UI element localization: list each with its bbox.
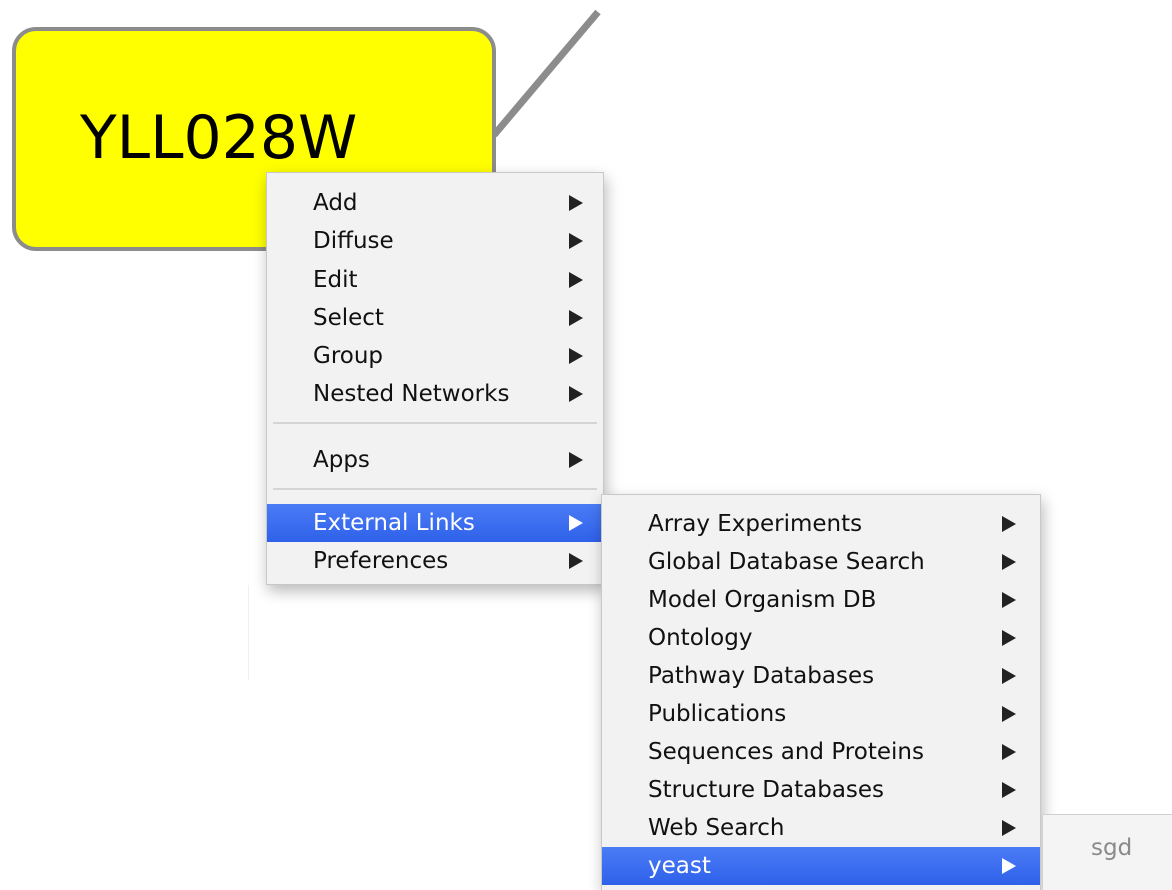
menu-item-label: yeast [648, 853, 711, 879]
menu-item-label: External Links [313, 510, 475, 536]
submenu-arrow-icon [569, 386, 583, 402]
menu-item-label: Sequences and Proteins [648, 739, 924, 765]
menu-item-label: Apps [313, 447, 370, 473]
menu-separator [273, 488, 597, 490]
menu-item-label: Ontology [648, 625, 753, 651]
menu-item-label: Global Database Search [648, 549, 925, 575]
submenu-arrow-icon [1002, 554, 1016, 570]
menu-item-label: Web Search [648, 815, 785, 841]
submenu-arrow-icon [1002, 516, 1016, 532]
menu-item-structure-databases[interactable]: Structure Databases [602, 771, 1040, 809]
submenu-arrow-icon [1002, 782, 1016, 798]
menu-item-diffuse[interactable]: Diffuse [267, 222, 603, 260]
menu-item-label: Diffuse [313, 228, 394, 254]
menu-item-label: Preferences [313, 548, 449, 574]
submenu-arrow-icon [1002, 706, 1016, 722]
submenu-arrow-icon [569, 195, 583, 211]
menu-item-label: Structure Databases [648, 777, 885, 803]
menu-item-sequences-and-proteins[interactable]: Sequences and Proteins [602, 733, 1040, 771]
menu-item-label: Array Experiments [648, 511, 863, 537]
submenu-arrow-icon [1002, 668, 1016, 684]
menu-item-nested-networks[interactable]: Nested Networks [267, 375, 603, 413]
menu-item-edit[interactable]: Edit [267, 261, 603, 299]
submenu-arrow-icon [569, 233, 583, 249]
submenu-arrow-icon [1002, 858, 1016, 874]
submenu-arrow-icon [569, 310, 583, 326]
node-context-menu: Add Diffuse Edit Select Group Nested Net… [266, 172, 604, 585]
menu-item-label: Add [313, 190, 358, 216]
submenu-arrow-icon [569, 553, 583, 569]
submenu-arrow-icon [1002, 630, 1016, 646]
menu-item-external-links[interactable]: External Links [267, 504, 603, 542]
divider-line [248, 585, 249, 680]
submenu-arrow-icon [1002, 744, 1016, 760]
menu-item-sgd[interactable]: sgd [1043, 829, 1172, 867]
menu-item-pathway-databases[interactable]: Pathway Databases [602, 657, 1040, 695]
menu-item-label: Model Organism DB [648, 587, 877, 613]
menu-item-label: Select [313, 305, 384, 331]
external-links-submenu: Array Experiments Global Database Search… [601, 494, 1041, 890]
menu-item-label: Group [313, 343, 384, 369]
menu-item-yeast[interactable]: yeast [602, 847, 1040, 885]
menu-item-array-experiments[interactable]: Array Experiments [602, 505, 1040, 543]
edge-line [491, 9, 601, 138]
menu-item-select[interactable]: Select [267, 299, 603, 337]
submenu-arrow-icon [1002, 592, 1016, 608]
network-canvas[interactable]: YLL028W Add Diffuse Edit Select Group Ne… [0, 0, 1172, 890]
submenu-arrow-icon [569, 272, 583, 288]
yeast-submenu: sgd [1042, 814, 1172, 890]
menu-item-web-search[interactable]: Web Search [602, 809, 1040, 847]
menu-separator [273, 422, 597, 424]
menu-item-apps[interactable]: Apps [267, 441, 603, 479]
menu-item-group[interactable]: Group [267, 337, 603, 375]
menu-item-label: Publications [648, 701, 787, 727]
menu-item-ontology[interactable]: Ontology [602, 619, 1040, 657]
menu-item-label: sgd [1091, 835, 1133, 861]
menu-item-label: Nested Networks [313, 381, 510, 407]
menu-item-label: Pathway Databases [648, 663, 875, 689]
menu-item-label: Edit [313, 267, 358, 293]
submenu-arrow-icon [569, 348, 583, 364]
menu-item-global-database-search[interactable]: Global Database Search [602, 543, 1040, 581]
menu-item-model-organism-db[interactable]: Model Organism DB [602, 581, 1040, 619]
menu-item-preferences[interactable]: Preferences [267, 542, 603, 580]
menu-item-add[interactable]: Add [267, 184, 603, 222]
node-label: YLL028W [80, 103, 358, 173]
submenu-arrow-icon [569, 515, 583, 531]
menu-item-publications[interactable]: Publications [602, 695, 1040, 733]
submenu-arrow-icon [569, 452, 583, 468]
submenu-arrow-icon [1002, 820, 1016, 836]
